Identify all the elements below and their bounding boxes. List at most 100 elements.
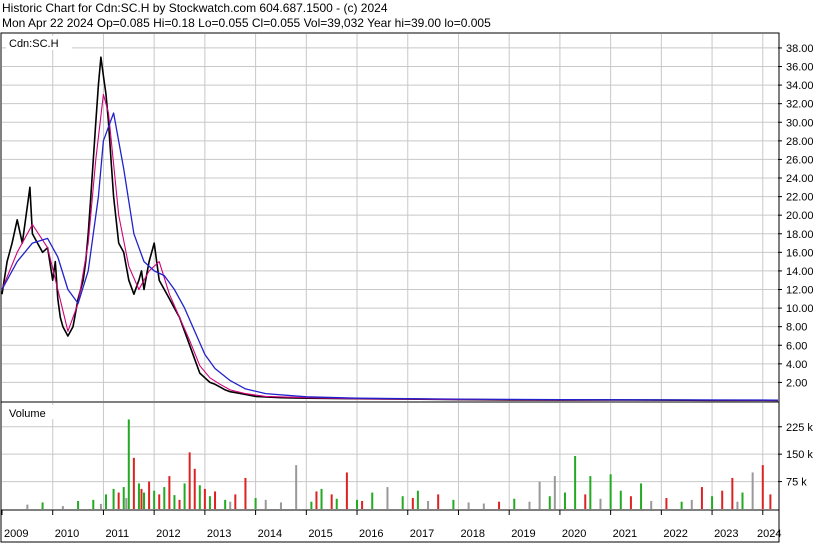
price-tick-label: 30.00 bbox=[786, 117, 814, 129]
price-tick-label: 38.00 bbox=[786, 43, 814, 55]
volume-bar bbox=[356, 499, 359, 509]
volume-bar bbox=[148, 481, 151, 509]
volume-bar bbox=[700, 487, 703, 509]
price-tick-label: 22.00 bbox=[786, 192, 814, 204]
price-tick-label: 6.00 bbox=[786, 340, 807, 352]
volume-bar bbox=[589, 476, 592, 509]
volume-bar bbox=[127, 419, 130, 509]
volume-bar bbox=[193, 468, 196, 509]
volume-bar bbox=[599, 498, 602, 509]
volume-bar bbox=[361, 500, 364, 509]
volume-bar bbox=[203, 488, 206, 509]
volume-bar bbox=[173, 495, 176, 509]
volume-bar bbox=[609, 474, 612, 509]
volume-bar bbox=[310, 501, 313, 509]
volume-bar bbox=[619, 490, 622, 509]
volume-bar bbox=[401, 496, 404, 509]
volume-bar bbox=[584, 494, 587, 509]
year-tick-label: 2010 bbox=[55, 528, 79, 540]
year-tick-label: 2024 bbox=[757, 528, 781, 540]
volume-bar bbox=[680, 501, 683, 509]
volume-bar bbox=[416, 490, 419, 509]
volume-bar bbox=[528, 501, 531, 509]
volume-bar bbox=[761, 465, 764, 509]
volume-bar bbox=[315, 491, 318, 509]
volume-bar bbox=[61, 506, 64, 509]
volume-bar bbox=[264, 499, 267, 509]
volume-bar bbox=[335, 498, 338, 509]
year-tick-label: 2020 bbox=[562, 528, 586, 540]
price-tick-label: 36.00 bbox=[786, 62, 814, 74]
volume-bar bbox=[538, 481, 541, 509]
volume-bar bbox=[736, 501, 739, 509]
volume-bar bbox=[690, 499, 693, 509]
volume-bar bbox=[224, 499, 227, 509]
year-tick-label: 2012 bbox=[156, 528, 180, 540]
volume-bar bbox=[244, 477, 247, 509]
year-tick-label: 2015 bbox=[308, 528, 332, 540]
volume-bar bbox=[731, 477, 734, 509]
chart-header-line1: Historic Chart for Cdn:SC.H by Stockwatc… bbox=[2, 1, 388, 15]
volume-bar bbox=[140, 488, 143, 509]
year-tick-label: 2009 bbox=[4, 528, 28, 540]
price-tick-label: 4.00 bbox=[786, 359, 807, 371]
volume-bar bbox=[254, 498, 257, 509]
volume-bar bbox=[163, 487, 166, 509]
volume-bar bbox=[574, 456, 577, 509]
volume-bar bbox=[498, 501, 501, 509]
year-tick-label: 2017 bbox=[410, 528, 434, 540]
volume-bar bbox=[711, 496, 714, 509]
volume-bar bbox=[158, 494, 161, 509]
volume-tick-label: 75 k bbox=[786, 477, 807, 489]
volume-bar bbox=[92, 499, 95, 509]
volume-bar bbox=[411, 498, 414, 509]
volume-bar bbox=[741, 492, 744, 509]
volume-bar bbox=[77, 500, 80, 509]
volume-bar bbox=[178, 499, 181, 509]
year-tick-label: 2016 bbox=[359, 528, 383, 540]
volume-bar bbox=[153, 490, 156, 509]
price-tick-label: 16.00 bbox=[786, 247, 814, 259]
price-tick-label: 18.00 bbox=[786, 229, 814, 241]
year-tick-label: 2011 bbox=[105, 528, 129, 540]
volume-bar bbox=[513, 498, 516, 509]
volume-bar bbox=[214, 491, 217, 509]
year-tick-label: 2022 bbox=[663, 528, 687, 540]
volume-bar bbox=[295, 465, 298, 509]
volume-bar bbox=[427, 500, 430, 509]
volume-bar bbox=[665, 498, 668, 509]
volume-bar bbox=[279, 502, 282, 509]
volume-bar bbox=[208, 496, 211, 509]
volume-bar bbox=[769, 494, 772, 509]
volume-bar bbox=[99, 503, 102, 509]
price-tick-label: 28.00 bbox=[786, 136, 814, 148]
volume-bar bbox=[345, 472, 348, 509]
volume-bar bbox=[26, 504, 29, 509]
volume-bar bbox=[229, 501, 232, 509]
volume-bar bbox=[168, 476, 171, 509]
volume-bar bbox=[553, 476, 556, 509]
volume-bar bbox=[563, 492, 566, 509]
price-tick-label: 34.00 bbox=[786, 80, 814, 92]
volume-bar bbox=[320, 488, 323, 509]
volume-bar bbox=[143, 492, 146, 509]
volume-bar bbox=[751, 472, 754, 509]
volume-bar bbox=[137, 483, 140, 509]
volume-bar bbox=[125, 498, 128, 509]
volume-bar bbox=[437, 494, 440, 509]
price-tick-label: 2.00 bbox=[786, 377, 807, 389]
volume-bar bbox=[188, 452, 191, 509]
volume-tick-label: 150 k bbox=[786, 449, 813, 461]
volume-bar bbox=[467, 502, 470, 509]
volume-bar bbox=[234, 494, 237, 509]
volume-bar bbox=[117, 492, 120, 509]
volume-bar bbox=[104, 494, 107, 509]
chart-background bbox=[0, 0, 830, 543]
price-tick-label: 10.00 bbox=[786, 303, 814, 315]
volume-bar bbox=[330, 494, 333, 509]
volume-tick-label: 225 k bbox=[786, 422, 813, 434]
price-tick-label: 24.00 bbox=[786, 173, 814, 185]
volume-bar bbox=[650, 500, 653, 509]
volume-bar bbox=[183, 483, 186, 509]
price-panel-label: Cdn:SC.H bbox=[9, 38, 59, 50]
